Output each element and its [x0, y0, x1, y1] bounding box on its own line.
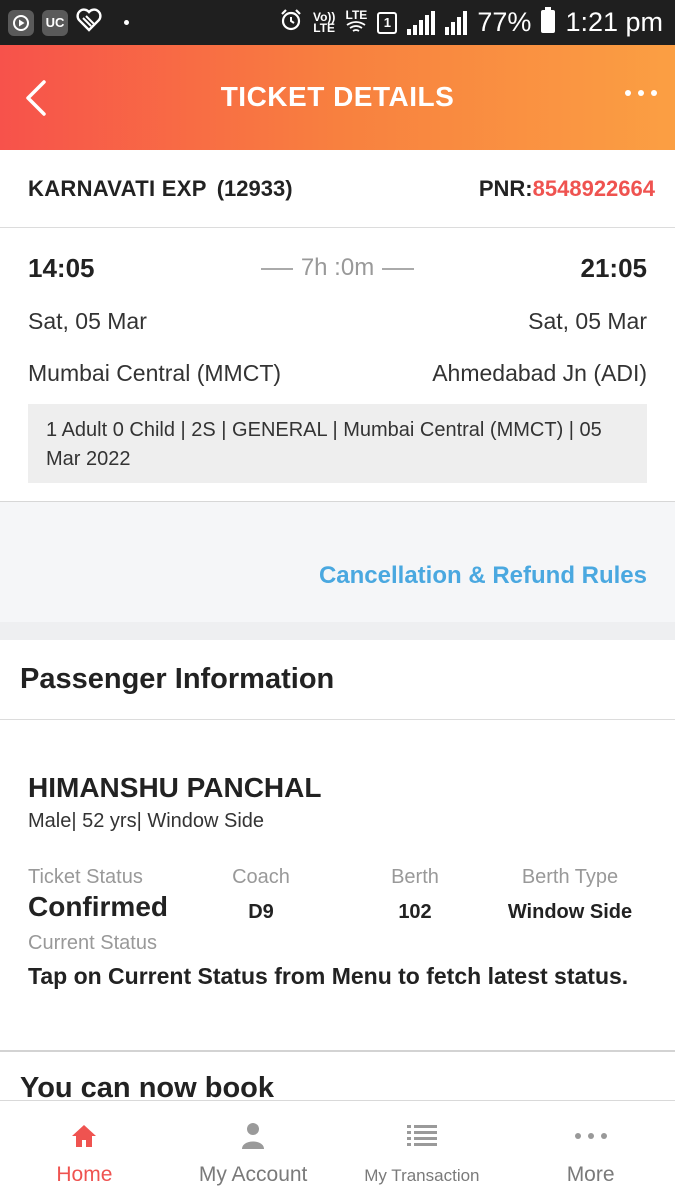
train-name: KARNAVATI EXP: [28, 175, 207, 201]
cancellation-section: Cancellation & Refund Rules: [0, 502, 675, 622]
ticket-status-value: Confirmed: [28, 891, 168, 922]
coach-label: Coach: [232, 866, 290, 888]
lte-label: LTE: [345, 8, 368, 22]
current-status-label: Current Status: [28, 932, 157, 954]
bottom-navigation: Home My Account My Transaction More: [0, 1100, 675, 1200]
signal-sim1-icon: [407, 10, 436, 35]
notification-dot: [124, 20, 129, 25]
coach-column: Coach D9: [231, 866, 291, 924]
battery-icon: [541, 7, 556, 38]
passenger-name: HIMANSHU PANCHAL: [28, 772, 322, 803]
ticket-status-column: Ticket Status Confirmed: [28, 866, 168, 923]
pnr: PNR:8548922664: [479, 176, 655, 202]
volte-indicator: Vo)) LTE: [312, 9, 336, 35]
overflow-menu-icon[interactable]: [625, 90, 657, 96]
train-info-row: KARNAVATI EXP (12933) PNR:8548922664: [0, 150, 675, 228]
berth-column: Berth 102: [380, 866, 450, 924]
cancellation-refund-link[interactable]: Cancellation & Refund Rules: [319, 562, 647, 590]
duration-text: 7h :0m: [300, 254, 375, 281]
play-notification-icon: [8, 9, 34, 36]
passenger-meta: Male| 52 yrs| Window Side: [28, 810, 265, 832]
journey-duration: 7h :0m: [28, 254, 647, 282]
arrival-date: Sat, 05 Mar: [528, 308, 647, 334]
clock: 1:21 pm: [565, 7, 663, 37]
list-icon: [406, 1121, 437, 1151]
home-icon: [70, 1121, 98, 1151]
lte-wifi-indicator: LTE: [345, 8, 368, 35]
sim-indicator: 1: [377, 11, 398, 34]
pnr-label: PNR:: [478, 175, 533, 201]
nav-my-account[interactable]: My Account: [169, 1101, 338, 1200]
coach-value: D9: [248, 901, 274, 923]
uc-browser-icon: UC: [42, 9, 68, 36]
departure-date: Sat, 05 Mar: [28, 308, 147, 334]
nav-my-transaction-label: My Transaction: [364, 1166, 480, 1185]
current-status-text: Tap on Current Status from Menu to fetch…: [28, 963, 629, 989]
booking-summary: 1 Adult 0 Child | 2S | GENERAL | Mumbai …: [28, 404, 647, 483]
nav-my-account-label: My Account: [198, 1163, 308, 1186]
nav-my-transaction[interactable]: My Transaction: [338, 1101, 507, 1200]
section-divider: [0, 622, 675, 640]
berth-label: Berth: [391, 866, 439, 888]
status-bar: UC Vo)) LTE LTE 1 77% 1:21 pm: [0, 0, 675, 45]
nav-more[interactable]: More: [506, 1101, 675, 1200]
heart-app-icon: [76, 8, 102, 37]
berth-type-label: Berth Type: [521, 866, 619, 888]
nav-more-label: More: [566, 1163, 615, 1186]
berth-value: 102: [398, 901, 432, 923]
berth-type-value: Window Side: [507, 901, 633, 923]
passenger-card: HIMANSHU PANCHAL Male| 52 yrs| Window Si…: [0, 720, 675, 1052]
berth-type-column: Berth Type Window Side: [500, 866, 640, 924]
from-station: Mumbai Central (MMCT): [28, 360, 282, 386]
signal-sim2-icon: [445, 10, 468, 35]
battery-percent: 77%: [477, 7, 532, 37]
ticket-status-label: Ticket Status: [28, 866, 143, 888]
user-icon: [241, 1121, 265, 1151]
alarm-icon: [279, 8, 303, 37]
nav-home[interactable]: Home: [0, 1101, 169, 1200]
nav-home-label: Home: [56, 1163, 113, 1186]
pnr-value: 8548922664: [532, 175, 655, 201]
journey-details: 14:05 7h :0m 21:05 Sat, 05 Mar Sat, 05 M…: [0, 228, 675, 502]
to-station: Ahmedabad Jn (ADI): [432, 360, 647, 386]
app-header: TICKET DETAILS: [0, 45, 675, 150]
more-dots-icon: [574, 1121, 607, 1151]
passenger-section-title: Passenger Information: [0, 640, 675, 720]
train-number: (12933): [216, 175, 293, 201]
page-title: TICKET DETAILS: [220, 81, 455, 112]
